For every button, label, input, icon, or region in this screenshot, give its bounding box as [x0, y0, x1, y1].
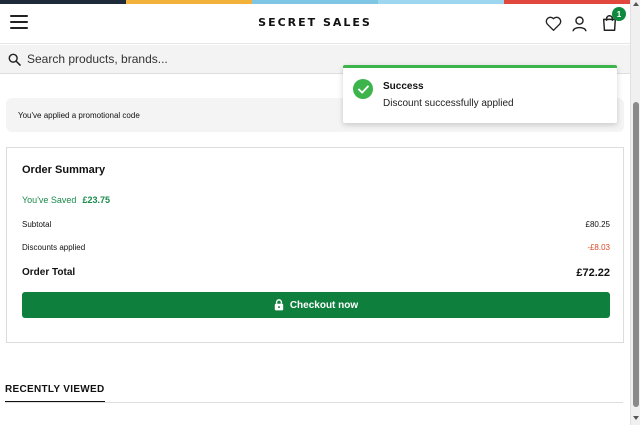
search-icon[interactable]: [8, 53, 21, 66]
order-summary-title: Order Summary: [22, 164, 106, 176]
section-divider: [5, 402, 623, 403]
success-toast[interactable]: Success Discount successfully applied: [343, 65, 617, 123]
site-logo[interactable]: SECRET SALES: [0, 16, 630, 29]
search-input[interactable]: [27, 52, 327, 66]
scroll-down-arrow-icon[interactable]: [633, 416, 639, 420]
heart-icon[interactable]: [542, 12, 564, 34]
toast-message: Discount successfully applied: [383, 98, 514, 109]
discounts-row: Discounts applied -£8.03: [22, 243, 610, 252]
discounts-label: Discounts applied: [22, 243, 86, 252]
checkout-label: Checkout now: [289, 299, 359, 311]
scrollbar-thumb[interactable]: [633, 102, 639, 407]
savings-line: You've Saved £23.75: [22, 195, 110, 205]
order-total-row: Order Total £72.22: [22, 267, 610, 279]
user-icon[interactable]: [568, 12, 590, 34]
checkmark-icon: [353, 79, 373, 99]
promo-message: You've applied a promotional code: [18, 110, 140, 120]
subtotal-value: £80.25: [585, 220, 610, 229]
savings-label: You've Saved: [22, 195, 77, 205]
discounts-value: -£8.03: [587, 243, 610, 252]
order-total-label: Order Total: [22, 267, 76, 278]
recently-viewed-heading[interactable]: RECENTLY VIEWED: [5, 384, 105, 403]
savings-amount: £23.75: [82, 195, 110, 205]
toast-title: Success: [383, 81, 424, 92]
order-summary: Order Summary You've Saved £23.75 Subtota…: [6, 147, 624, 343]
page-scrollbar[interactable]: [630, 0, 640, 425]
scroll-up-arrow-icon[interactable]: [633, 2, 639, 6]
site-header: SECRET SALES 1: [0, 4, 630, 44]
bag-icon[interactable]: 1: [598, 7, 626, 34]
lock-icon: [274, 299, 284, 311]
cart-count-badge: 1: [612, 7, 626, 21]
checkout-button[interactable]: Checkout now: [22, 292, 610, 318]
subtotal-label: Subtotal: [22, 220, 52, 229]
order-total-value: £72.22: [576, 267, 610, 279]
subtotal-row: Subtotal £80.25: [22, 220, 610, 229]
